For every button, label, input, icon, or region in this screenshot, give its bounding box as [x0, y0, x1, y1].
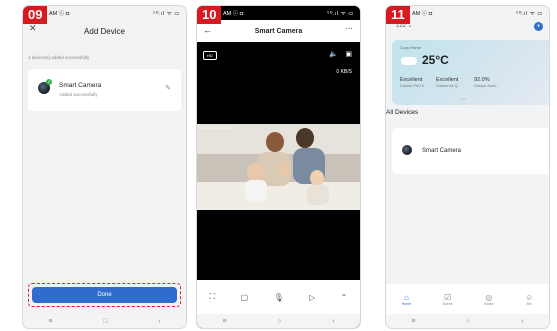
tab-label: Scene [442, 301, 453, 306]
metric-label: Outdoor Humi... [474, 84, 499, 88]
done-button[interactable]: Done [32, 287, 177, 303]
speaker-icon[interactable]: 🔈 [329, 50, 338, 58]
close-icon[interactable]: ✕ [29, 23, 37, 34]
tab-smart[interactable]: ◎ Smart [484, 293, 493, 306]
camera-controls: ⛶ ▢ 🎙 ▷ ⌃ [197, 280, 360, 314]
device-status: Added successfully [59, 92, 98, 97]
system-nav: ≡ ○ ‹ [197, 314, 360, 328]
status-icons: ⁵ᴳ.ıl ᯤ ▭ [152, 11, 180, 17]
back-nav-icon[interactable]: ‹ [158, 318, 160, 325]
metric-value: Excellent [436, 77, 459, 83]
expand-up-icon[interactable]: ⌃ [341, 293, 348, 302]
tab-label: Me [526, 301, 532, 306]
page-title: Add Device [84, 26, 125, 36]
check-icon: ✓ [46, 79, 52, 85]
cloud-icon [401, 57, 417, 65]
bitrate-readout: 0 KB/S [336, 69, 352, 75]
menu-nav-icon[interactable]: ≡ [222, 318, 226, 325]
tab-label: Home [401, 301, 412, 306]
feed-timestamp: 2023-09-07 10:44:57 [201, 126, 234, 130]
fullscreen-icon[interactable]: ⛶ [210, 292, 216, 302]
home-icon: ⌂ [404, 292, 409, 302]
tab-label: Smart [484, 301, 494, 306]
device-name: Smart Camera [422, 148, 462, 154]
page-title: Smart Camera [254, 27, 303, 35]
edit-icon[interactable]: ✎ [165, 84, 171, 92]
tab-scene[interactable]: ☑ Scene [443, 293, 453, 306]
status-icons: ⁵ᴳ.ıl ᯤ ▭ [326, 11, 354, 17]
status-time: AM ⓒ ◘ [49, 11, 70, 17]
temperature: 25°C [422, 53, 449, 67]
menu-nav-icon[interactable]: ≡ [411, 318, 415, 325]
screenshot-icon[interactable]: ▢ [241, 293, 249, 302]
status-bar: AM ⓒ ◘ ⁵ᴳ.ıl ᯤ ▭ [386, 6, 549, 20]
menu-nav-icon[interactable]: ≡ [48, 318, 52, 325]
hd-toggle[interactable]: HD [203, 51, 217, 60]
back-nav-icon[interactable]: ‹ [521, 318, 523, 325]
phone-home: 11 AM ⓒ ◘ ⁵ᴳ.ıl ᯤ ▭ 122 ⌄ + Cozy Home 25… [386, 6, 549, 328]
weather-card[interactable]: Cozy Home 25°C Excellent Outdoor PM2.5 E… [392, 40, 549, 105]
phone-camera-view: 10 AM ⓒ ◘ ⁵ᴳ.ıl ᯤ ▭ ← Smart Camera ··· H… [197, 6, 360, 328]
weather-label: Cozy Home [400, 45, 421, 50]
step-badge: 09 [23, 6, 48, 24]
scene-icon: ☑ [444, 292, 452, 302]
system-nav: ≡ □ ‹ [23, 314, 186, 328]
title-bar: ✕ Add Device [23, 23, 186, 39]
metric-value: Excellent [400, 77, 423, 83]
system-nav: ≡ ○ ‹ [386, 314, 549, 328]
metric-label: Outdoor PM2.5 [400, 84, 424, 88]
metric-label: Outdoor Air Q... [436, 84, 461, 88]
camera-feed-image [197, 124, 360, 210]
microphone-icon[interactable]: 🎙 [274, 293, 284, 302]
back-arrow-icon[interactable]: ← [203, 25, 212, 35]
done-highlight: Done [28, 283, 181, 307]
video-record-icon[interactable]: ▷ [309, 293, 315, 302]
device-card[interactable]: Smart Camera [392, 128, 549, 174]
home-nav-icon[interactable]: ○ [277, 318, 281, 325]
home-nav-icon[interactable]: □ [103, 318, 107, 325]
added-count-text: 1 device(s) added successfully [28, 55, 90, 60]
step-badge: 10 [197, 6, 222, 24]
camera-icon [402, 145, 412, 155]
bottom-tab-bar: ⌂ Home ☑ Scene ◎ Smart ☺ Me [386, 284, 549, 314]
device-name: Smart Camera [59, 82, 102, 89]
record-icon[interactable]: ▣ [345, 50, 352, 58]
me-icon: ☺ [525, 292, 534, 302]
metric-value: 92.0% [474, 77, 490, 83]
add-device-icon[interactable]: + [534, 22, 543, 31]
more-icon[interactable]: ··· [345, 24, 353, 33]
phone-add-device: 09 AM ⓒ ◘ ⁵ᴳ.ıl ᯤ ▭ ✕ Add Device 1 devic… [23, 6, 186, 328]
status-icons: ⁵ᴳ.ıl ᯤ ▭ [515, 11, 543, 17]
step-badge: 11 [386, 6, 410, 24]
back-nav-icon[interactable]: ‹ [332, 318, 334, 325]
pager-dots: • • [462, 96, 466, 101]
section-title: All Devices [386, 109, 419, 116]
device-card[interactable]: ✓ Smart Camera Added successfully ✎ [28, 69, 181, 111]
status-time: AM ⓒ ◘ [412, 11, 433, 17]
home-nav-icon[interactable]: ○ [466, 318, 470, 325]
status-time: AM ⓒ ◘ [223, 11, 244, 17]
tab-me[interactable]: ☺ Me [525, 293, 533, 306]
smart-icon: ◎ [485, 292, 493, 302]
tab-home[interactable]: ⌂ Home [402, 293, 411, 306]
